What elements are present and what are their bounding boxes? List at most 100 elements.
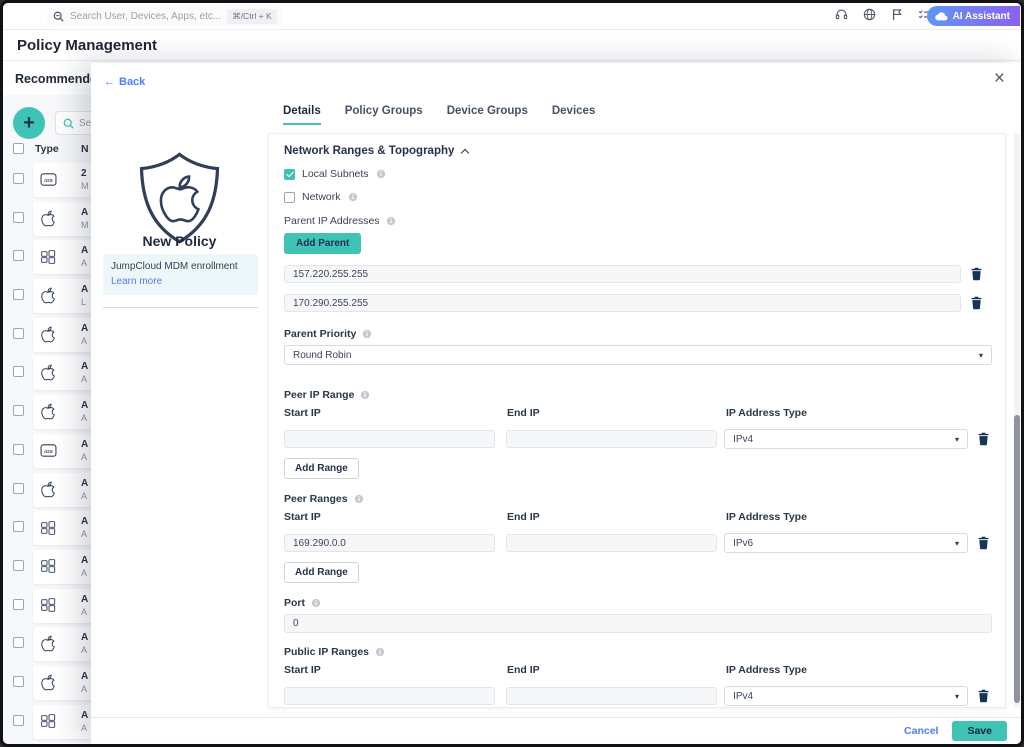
- cloud-icon: [935, 12, 948, 21]
- info-icon[interactable]: [360, 390, 370, 400]
- info-icon[interactable]: [375, 647, 385, 657]
- peer-ranges-start-input[interactable]: 169.290.0.0: [284, 534, 495, 552]
- info-icon[interactable]: [348, 192, 358, 202]
- row-checkbox[interactable]: [13, 560, 24, 571]
- row-checkbox[interactable]: [13, 599, 24, 610]
- peer-ranges-row: 169.290.0.0 IPv6 ▾: [284, 533, 990, 553]
- select-all-checkbox[interactable]: [13, 143, 24, 154]
- flag-icon[interactable]: [891, 8, 903, 21]
- section-network-ranges[interactable]: Network Ranges & Topography: [284, 145, 990, 157]
- policy-subtitle: A: [81, 336, 87, 346]
- policy-subtitle: A: [81, 258, 87, 268]
- section-title: Network Ranges & Topography: [284, 145, 454, 157]
- trash-icon[interactable]: [970, 267, 983, 281]
- info-icon[interactable]: [311, 598, 321, 608]
- row-checkbox[interactable]: [13, 715, 24, 726]
- row-checkbox[interactable]: [13, 483, 24, 494]
- parent-ip-row: 157.220.255.255: [284, 265, 990, 283]
- add-range-button[interactable]: Add Range: [284, 562, 359, 583]
- add-parent-button[interactable]: Add Parent: [284, 233, 361, 254]
- row-checkbox[interactable]: [13, 676, 24, 687]
- policy-subtitle: A: [81, 452, 87, 462]
- network-label: Network: [302, 191, 341, 203]
- network-checkbox[interactable]: [284, 192, 295, 203]
- policy-name: A: [81, 323, 88, 334]
- peer-range-start-input[interactable]: [284, 430, 495, 448]
- policy-subtitle: M: [81, 181, 89, 191]
- policy-name: A: [81, 361, 88, 372]
- apple-icon: [39, 286, 57, 305]
- trash-icon[interactable]: [970, 296, 983, 310]
- policy-name: 2: [81, 168, 87, 179]
- public-ip-end-input[interactable]: [506, 687, 717, 705]
- local-subnets-checkbox[interactable]: [284, 169, 295, 180]
- scrollbar-thumb[interactable]: [1014, 415, 1020, 703]
- apple-icon: [39, 634, 57, 653]
- peer-ranges-end-input[interactable]: [506, 534, 717, 552]
- info-icon[interactable]: [376, 169, 386, 179]
- keyboard-shortcut-badge: ⌘/Ctrl + K: [227, 9, 276, 24]
- row-checkbox[interactable]: [13, 289, 24, 300]
- support-headset-icon[interactable]: [835, 8, 848, 21]
- row-checkbox[interactable]: [13, 444, 24, 455]
- modal-footer: Cancel Save: [91, 717, 1021, 744]
- policy-name: A: [81, 207, 88, 218]
- tab-policy-groups[interactable]: Policy Groups: [345, 105, 423, 125]
- ai-assistant-label: AI Assistant: [953, 11, 1010, 22]
- cancel-button[interactable]: Cancel: [904, 725, 938, 737]
- trash-icon[interactable]: [977, 689, 990, 703]
- column-type: Type: [35, 143, 59, 155]
- column-end-ip: End IP: [507, 407, 726, 419]
- peer-range-end-input[interactable]: [506, 430, 717, 448]
- learn-more-link[interactable]: Learn more: [111, 276, 162, 287]
- parent-priority-value: Round Robin: [293, 350, 351, 361]
- public-ip-type-select[interactable]: IPv4 ▾: [724, 686, 968, 706]
- info-icon[interactable]: [354, 494, 364, 504]
- port-input[interactable]: 0: [284, 614, 992, 633]
- peer-ranges-label-row: Peer Ranges: [284, 493, 990, 505]
- tab-device-groups[interactable]: Device Groups: [447, 105, 528, 125]
- peer-range-type-select[interactable]: IPv4 ▾: [724, 429, 968, 449]
- policy-subtitle: A: [81, 723, 87, 733]
- page-title: Policy Management: [17, 37, 157, 54]
- windows-icon: [39, 557, 57, 576]
- apple-icon: [39, 673, 57, 692]
- globe-icon[interactable]: [863, 8, 876, 21]
- row-checkbox[interactable]: [13, 405, 24, 416]
- row-checkbox[interactable]: [13, 250, 24, 261]
- peer-ip-range-label-row: Peer IP Range: [284, 389, 990, 401]
- apple-icon: [39, 480, 57, 499]
- trash-icon[interactable]: [977, 432, 990, 446]
- row-checkbox[interactable]: [13, 637, 24, 648]
- tab-details[interactable]: Details: [283, 105, 321, 125]
- column-ip-type: IP Address Type: [726, 511, 807, 523]
- windows-icon: [39, 596, 57, 615]
- column-end-ip: End IP: [507, 511, 726, 523]
- row-checkbox[interactable]: [13, 173, 24, 184]
- row-checkbox[interactable]: [13, 366, 24, 377]
- ip-type-value: IPv4: [733, 434, 753, 445]
- parent-ip-input-2[interactable]: 170.290.255.255: [284, 294, 961, 312]
- ai-assistant-button[interactable]: AI Assistant: [927, 6, 1020, 26]
- row-checkbox[interactable]: [13, 212, 24, 223]
- tab-devices[interactable]: Devices: [552, 105, 595, 125]
- add-policy-button[interactable]: +: [13, 107, 45, 139]
- parent-ip-input-1[interactable]: 157.220.255.255: [284, 265, 961, 283]
- row-checkbox[interactable]: [13, 521, 24, 532]
- info-icon[interactable]: [362, 329, 372, 339]
- public-ip-label-row: Public IP Ranges: [284, 646, 990, 658]
- add-range-button[interactable]: Add Range: [284, 458, 359, 479]
- row-checkbox[interactable]: [13, 328, 24, 339]
- close-icon[interactable]: ×: [994, 69, 1005, 88]
- port-label-row: Port: [284, 597, 990, 609]
- ios-icon: iOS: [39, 170, 57, 189]
- trash-icon[interactable]: [977, 536, 990, 550]
- info-icon[interactable]: [386, 216, 396, 226]
- parent-priority-select[interactable]: Round Robin ▾: [284, 345, 992, 365]
- peer-ranges-type-select[interactable]: IPv6 ▾: [724, 533, 968, 553]
- column-start-ip: Start IP: [284, 664, 507, 676]
- public-ip-start-input[interactable]: [284, 687, 495, 705]
- save-button[interactable]: Save: [952, 721, 1007, 741]
- global-search-input[interactable]: Search User, Devices, Apps, etc... ⌘/Ctr…: [47, 7, 283, 26]
- back-button[interactable]: ← Back: [104, 76, 145, 88]
